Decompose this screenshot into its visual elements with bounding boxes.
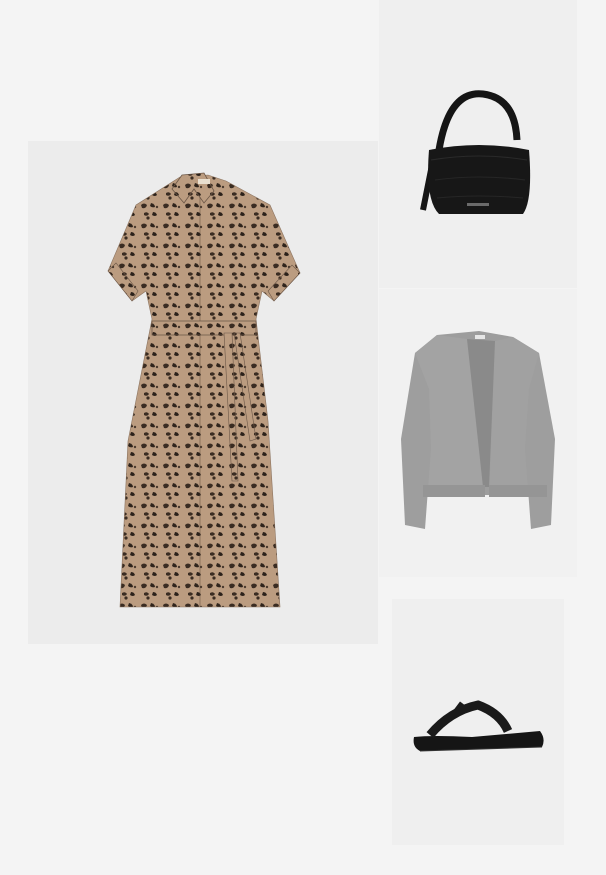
cardigan-product-tile[interactable] <box>379 289 577 577</box>
leopard-dress-image <box>107 172 301 608</box>
grey-cardigan-image <box>401 331 555 529</box>
bag-product-tile[interactable] <box>379 0 577 288</box>
sandal-product-tile[interactable] <box>392 599 564 845</box>
brand-label <box>198 179 210 184</box>
black-bag-image <box>420 90 531 214</box>
dress-product-tile[interactable] <box>28 141 378 644</box>
black-sandal-image <box>413 700 544 752</box>
